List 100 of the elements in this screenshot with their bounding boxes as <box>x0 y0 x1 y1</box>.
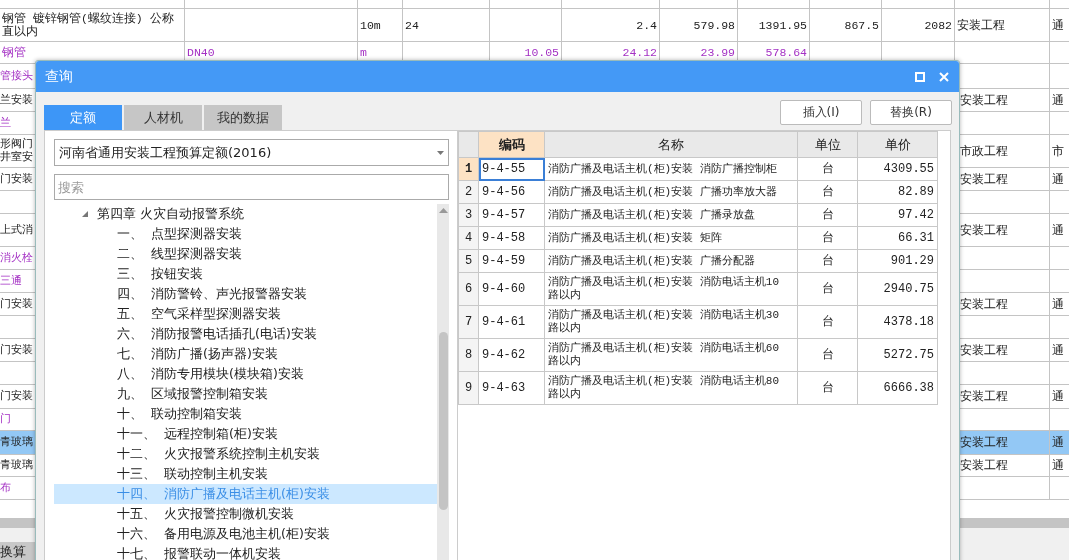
row-number: 9 <box>458 371 479 405</box>
item-name: 钢管 镀锌钢管(螺纹连接) 公称直以内 <box>2 12 175 38</box>
row-number: 5 <box>458 249 479 273</box>
name-cell-text: 消防广播及电话主机(柜)安装 广播录放盘 <box>548 208 756 222</box>
dialog-title: 查询 <box>45 67 73 86</box>
code-cell[interactable]: 9-4-63 <box>478 371 545 405</box>
code-cell[interactable]: 9-4-58 <box>478 226 545 250</box>
tree-item[interactable]: 一、 点型探测器安装 <box>54 224 437 244</box>
tree-item[interactable]: 十五、 火灾报警控制微机安装 <box>54 504 437 524</box>
price-cell: 4309.55 <box>857 157 938 181</box>
unit-cell: 台 <box>797 180 858 204</box>
scroll-thumb[interactable] <box>438 332 448 510</box>
tree-item[interactable]: 二、 线型探测器安装 <box>54 244 437 264</box>
column-header[interactable]: 编码 <box>478 131 545 158</box>
scroll-up-icon[interactable] <box>438 208 448 213</box>
row-number: 2 <box>458 180 479 204</box>
name-cell: 消防广播及电话主机(柜)安装 消防电话主机10路以内 <box>548 276 780 302</box>
tree-item[interactable]: 十七、 报警联动一体机安装 <box>54 544 437 560</box>
unit-cell: 台 <box>797 226 858 250</box>
tree-item[interactable]: 六、 消防报警电话插孔(电话)安装 <box>54 324 437 344</box>
column-header[interactable]: 单价 <box>857 131 938 158</box>
item-name: 上式消 <box>0 223 33 237</box>
price-cell: 82.89 <box>857 180 938 204</box>
expanded-triangle-icon[interactable] <box>81 210 89 218</box>
item-name: 门安装 <box>0 343 33 357</box>
sheet-cell: 579.98 <box>693 18 735 32</box>
sheet-cell: 10.05 <box>524 46 559 59</box>
sheet-cell: 2.4 <box>636 18 657 32</box>
tree-item[interactable]: 第四章 火灾自动报警系统 <box>54 204 437 224</box>
column-header[interactable]: 名称 <box>544 131 798 158</box>
item-name: 布 <box>0 481 11 495</box>
item-name: 青玻璃 <box>0 436 33 449</box>
sheet-cell: 安装工程 <box>960 93 1008 107</box>
tree-item[interactable]: 七、 消防广播(扬声器)安装 <box>54 344 437 364</box>
unit-cell: 台 <box>797 157 858 181</box>
scrollbar[interactable] <box>437 204 449 560</box>
sheet-cell: 通 <box>1052 459 1064 472</box>
name-cell: 消防广播及电话主机(柜)安装 消防电话主机80路以内 <box>548 375 780 401</box>
code-cell[interactable]: 9-4-59 <box>478 249 545 273</box>
column-header[interactable]: 单位 <box>797 131 858 158</box>
sheet-cell: m <box>360 46 367 59</box>
tree-item[interactable]: 十三、 联动控制主机安装 <box>54 464 437 484</box>
sheet-tab[interactable]: 换算 <box>0 542 35 560</box>
name-cell-text: 消防广播及电话主机(柜)安装 广播功率放大器 <box>548 185 778 199</box>
search-field[interactable]: 搜索 <box>54 174 449 200</box>
sheet-cell: 10m <box>360 18 381 32</box>
sheet-cell: 2082 <box>924 18 952 32</box>
code-cell[interactable]: 9-4-60 <box>478 272 545 306</box>
item-name: 兰安装 <box>0 93 33 107</box>
insert-button[interactable]: 插入(I) <box>780 100 862 125</box>
item-name: 钢管 <box>2 46 26 59</box>
tree-item[interactable]: 十、 联动控制箱安装 <box>54 404 437 424</box>
sheet-cell: 安装工程 <box>960 343 1008 357</box>
tab[interactable]: 人材机 <box>124 105 202 130</box>
sheet-cell: 安装工程 <box>960 172 1008 186</box>
unit-cell: 台 <box>797 203 858 227</box>
unit-cell: 台 <box>797 338 858 372</box>
unit-cell: 台 <box>797 272 858 306</box>
sheet-cell: 安装工程 <box>960 297 1008 311</box>
tree-item[interactable]: 九、 区域报警控制箱安装 <box>54 384 437 404</box>
code-cell[interactable]: 9-4-61 <box>478 305 545 339</box>
sheet-cell: 通 <box>1052 343 1064 357</box>
sheet-cell: 867.5 <box>844 18 879 32</box>
unit-cell: 台 <box>797 371 858 405</box>
price-cell: 2940.75 <box>857 272 938 306</box>
sheet-cell: 24.12 <box>622 46 657 59</box>
tree-item[interactable]: 三、 按钮安装 <box>54 264 437 284</box>
replace-button[interactable]: 替换(R) <box>870 100 952 125</box>
item-name: 门安装 <box>0 172 33 186</box>
tree-item[interactable]: 四、 消防警铃、声光报警器安装 <box>54 284 437 304</box>
tab[interactable]: 我的数据 <box>204 105 282 130</box>
dropdown-caret-icon <box>437 150 444 155</box>
tree-item[interactable]: 十二、 火灾报警系统控制主机安装 <box>54 444 437 464</box>
unit-cell: 台 <box>797 249 858 273</box>
tree-item[interactable]: 十一、 远程控制箱(柜)安装 <box>54 424 437 444</box>
tree-item[interactable]: 五、 空气采样型探测器安装 <box>54 304 437 324</box>
library-dropdown[interactable]: 河南省通用安装工程预算定额(2016) <box>54 139 449 166</box>
sheet-cell: 安装工程 <box>960 436 1008 449</box>
code-cell[interactable]: 9-4-55 <box>478 157 545 181</box>
sheet-cell: 通 <box>1052 223 1064 237</box>
sheet-cell: 安装工程 <box>960 390 1008 403</box>
code-cell[interactable]: 9-4-56 <box>478 180 545 204</box>
tree-item[interactable]: 八、 消防专用模块(模块箱)安装 <box>54 364 437 384</box>
code-cell[interactable]: 9-4-62 <box>478 338 545 372</box>
tree-item[interactable]: 十六、 备用电源及电池主机(柜)安装 <box>54 524 437 544</box>
maximize-icon[interactable] <box>915 71 925 82</box>
sheet-cell: 安装工程 <box>957 18 1005 32</box>
code-cell[interactable]: 9-4-57 <box>478 203 545 227</box>
item-name: 管接头 <box>0 69 33 83</box>
unit-cell: 台 <box>797 305 858 339</box>
price-cell: 97.42 <box>857 203 938 227</box>
sheet-cell: 通 <box>1052 93 1064 107</box>
sheet-cell: 安装工程 <box>960 223 1008 237</box>
price-cell: 4378.18 <box>857 305 938 339</box>
close-icon[interactable] <box>939 71 949 82</box>
row-number: 8 <box>458 338 479 372</box>
name-cell-text: 消防广播及电话主机(柜)安装 广播分配器 <box>548 254 756 268</box>
item-name: 门安装 <box>0 297 33 311</box>
sheet-cell: 市政工程 <box>960 144 1008 158</box>
sheet-cell: 578.64 <box>765 46 807 59</box>
